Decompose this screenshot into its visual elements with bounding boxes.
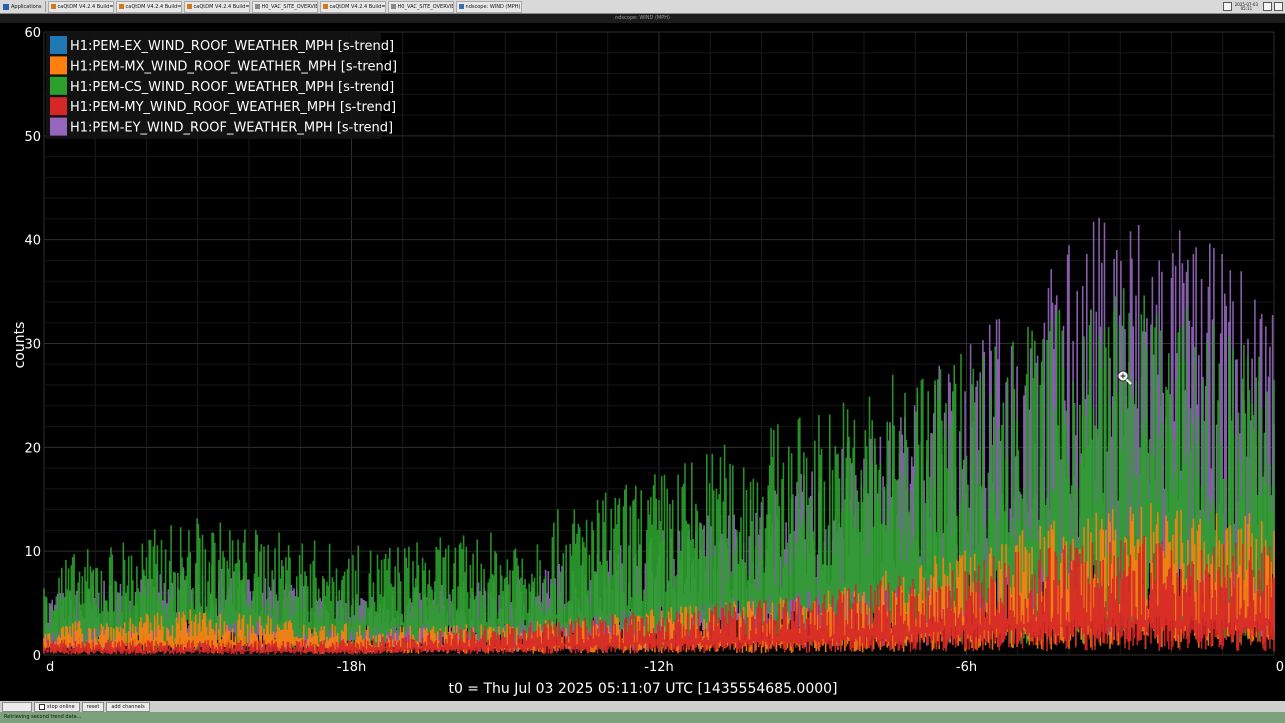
task-label: caQtDM V4.2.4 Build=No... [57, 3, 114, 10]
task-app-icon [50, 4, 56, 9]
y-tick-label: 50 [24, 130, 41, 145]
stop-online-button[interactable]: stop online [34, 701, 80, 712]
add-channels-button[interactable]: add channels [106, 701, 150, 712]
stop-online-checkbox-icon [39, 703, 45, 710]
screen-icon[interactable] [1263, 2, 1272, 11]
taskbar: Applications caQtDM V4.2.4 Build=No...ca… [0, 0, 1285, 14]
x-axis-label: t0 = Thu Jul 03 2025 05:11:07 UTC [14355… [448, 681, 837, 697]
legend-swatch [50, 56, 67, 75]
y-tick-label: 40 [24, 234, 41, 249]
legend-label: H1:PEM-CS_WIND_ROOF_WEATHER_MPH [s-trend… [70, 80, 394, 95]
task-label: H0_VAC_SITE_OVERVIEW... [261, 3, 317, 10]
clock: 2025-07-03 05:11 [1235, 2, 1258, 11]
legend-label: H1:PEM-EY_WIND_ROOF_WEATHER_MPH [s-trend… [70, 121, 393, 136]
task-app-icon [254, 4, 260, 9]
x-tick-label: -18h [337, 660, 366, 675]
taskbar-task[interactable]: caQtDM V4.2.4 Build=No... [47, 0, 114, 13]
task-app-icon [458, 4, 464, 9]
task-label: caQtDM V4.2.4 Build=No... [329, 3, 386, 10]
taskbar-task[interactable]: H0_VAC_SITE_OVERVIEW... [387, 0, 454, 13]
task-app-icon [186, 4, 192, 9]
control-bar: stop online reset add channels [0, 701, 1285, 712]
disabled-button [2, 701, 32, 712]
plot-area[interactable]: 0102030405060 d -18h -12h -6h 0 counts t0 = … [0, 23, 1285, 701]
stop-online-label: stop online [47, 703, 75, 710]
task-label: caQtDM V4.2.4 Build=No... [125, 3, 182, 10]
task-label: ndscope: WIND (MPH) [465, 3, 521, 10]
power-icon[interactable] [1274, 2, 1283, 11]
task-label: caQtDM V4.2.4 Build=No... [193, 3, 250, 10]
applications-label: Applications [11, 3, 42, 10]
legend[interactable]: H1:PEM-EX_WIND_ROOF_WEATHER_MPH [s-trend… [46, 31, 397, 139]
applications-icon [3, 3, 9, 10]
status-bar: Retrieving second trend data... [0, 712, 1285, 723]
tray-icon[interactable] [1222, 2, 1232, 11]
taskbar-task[interactable]: caQtDM V4.2.4 Build=No... [183, 0, 250, 13]
taskbar-task[interactable]: caQtDM V4.2.4 Build=No... [319, 0, 386, 13]
x-tick-label: -12h [644, 660, 673, 675]
y-tick-label: 20 [24, 441, 41, 456]
legend-label: H1:PEM-MX_WIND_ROOF_WEATHER_MPH [s-trend… [70, 59, 397, 74]
y-tick-label: 0 [33, 649, 41, 664]
taskbar-task[interactable]: caQtDM V4.2.4 Build=No... [115, 0, 182, 13]
x-tick-label: -6h [956, 660, 977, 675]
clock-time: 05:11 [1240, 5, 1253, 11]
legend-label: H1:PEM-EX_WIND_ROOF_WEATHER_MPH [s-trend… [70, 39, 394, 54]
taskbar-task[interactable]: H0_VAC_SITE_OVERVIEW... [251, 0, 318, 13]
legend-swatch [50, 36, 67, 54]
legend-swatch [50, 117, 67, 136]
task-app-icon [390, 4, 396, 9]
task-app-icon [322, 4, 328, 9]
reset-button[interactable]: reset [81, 701, 105, 712]
legend-swatch [50, 97, 67, 116]
y-tick-label: 10 [24, 545, 41, 560]
y-tick-label: 60 [24, 26, 41, 41]
applications-menu[interactable]: Applications [0, 1, 46, 12]
task-app-icon [118, 4, 124, 9]
system-tray: 2025-07-03 05:11 [1221, 1, 1285, 12]
taskbar-task[interactable]: ndscope: WIND (MPH) [455, 0, 522, 13]
legend-label: H1:PEM-MY_WIND_ROOF_WEATHER_MPH [s-trend… [70, 100, 396, 115]
legend-swatch [50, 76, 67, 95]
y-axis-label: counts [12, 322, 28, 369]
x-tick-label: d [46, 660, 54, 675]
task-label: H0_VAC_SITE_OVERVIEW... [397, 3, 453, 10]
task-list: caQtDM V4.2.4 Build=No... caQtDM V4.2.4 B… [46, 0, 522, 13]
x-tick-label: 0 [1276, 660, 1284, 675]
window-title: ndscope: WIND (MPH) [0, 14, 1285, 23]
